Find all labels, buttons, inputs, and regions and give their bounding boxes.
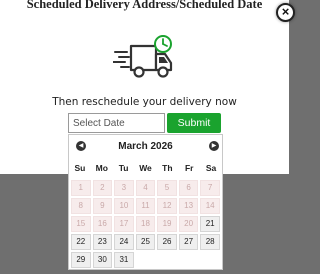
calendar-day[interactable]: 24 <box>114 234 134 250</box>
calendar-day[interactable]: 26 <box>157 234 177 250</box>
datepicker-calendar: ◀ March 2026 ▶ Su Mo Tu We Th Fr Sa 1234… <box>68 134 223 270</box>
calendar-day: 10 <box>114 198 134 214</box>
weekday-label: Th <box>162 163 173 173</box>
weekday-label: We <box>139 163 152 173</box>
date-input[interactable] <box>68 113 165 133</box>
calendar-day[interactable]: 28 <box>200 234 220 250</box>
close-button[interactable]: × <box>276 3 295 22</box>
calendar-day: 8 <box>71 198 91 214</box>
calendar-day: 15 <box>71 216 91 232</box>
calendar-day: 2 <box>92 180 113 196</box>
weekday-label: Tu <box>118 163 129 173</box>
calendar-day: 5 <box>157 180 177 196</box>
calendar-day[interactable]: 22 <box>71 234 91 250</box>
reschedule-prompt: Then reschedule your delivery now <box>52 96 237 108</box>
delivery-truck-clock-icon <box>113 35 173 78</box>
calendar-day: 17 <box>114 216 134 232</box>
calendar-day: 12 <box>157 198 177 214</box>
calendar-day: 19 <box>157 216 177 232</box>
calendar-header: ◀ March 2026 ▶ <box>69 135 222 157</box>
calendar-day[interactable]: 21 <box>200 216 220 232</box>
calendar-day: 14 <box>200 198 220 214</box>
calendar-day: 7 <box>200 180 220 196</box>
weekday-label: Mo <box>95 163 108 173</box>
calendar-day: 1 <box>71 180 91 196</box>
calendar-day: 16 <box>92 216 113 232</box>
weekday-label: Fr <box>184 163 194 173</box>
calendar-days-grid: 1 2 3 4 5 6 7 8 9 10 11 12 13 14 15 16 17 18 19 20 21 22 23 24 2… <box>70 180 221 268</box>
weekday-label: Sa <box>205 163 217 173</box>
calendar-month-label: March 2026 <box>118 141 173 152</box>
calendar-day: 20 <box>178 216 199 232</box>
submit-button[interactable]: Submit <box>167 113 221 133</box>
calendar-day: 4 <box>135 180 156 196</box>
modal-title: Scheduled Delivery Address/Scheduled Dat… <box>26 0 263 11</box>
calendar-day[interactable]: 29 <box>71 252 91 268</box>
chevron-right-icon[interactable]: ▶ <box>209 141 219 151</box>
calendar-day: 9 <box>92 198 113 214</box>
calendar-day[interactable]: 23 <box>92 234 113 250</box>
calendar-day[interactable]: 31 <box>114 252 134 268</box>
calendar-day: 13 <box>178 198 199 214</box>
weekday-header: Su Mo Tu We Th Fr Sa <box>69 163 222 173</box>
calendar-day: 3 <box>114 180 134 196</box>
calendar-day: 11 <box>135 198 156 214</box>
calendar-day[interactable]: 30 <box>92 252 113 268</box>
calendar-day: 6 <box>178 180 199 196</box>
calendar-day[interactable]: 25 <box>135 234 156 250</box>
calendar-day[interactable]: 27 <box>178 234 199 250</box>
weekday-label: Su <box>74 163 86 173</box>
calendar-day: 18 <box>135 216 156 232</box>
